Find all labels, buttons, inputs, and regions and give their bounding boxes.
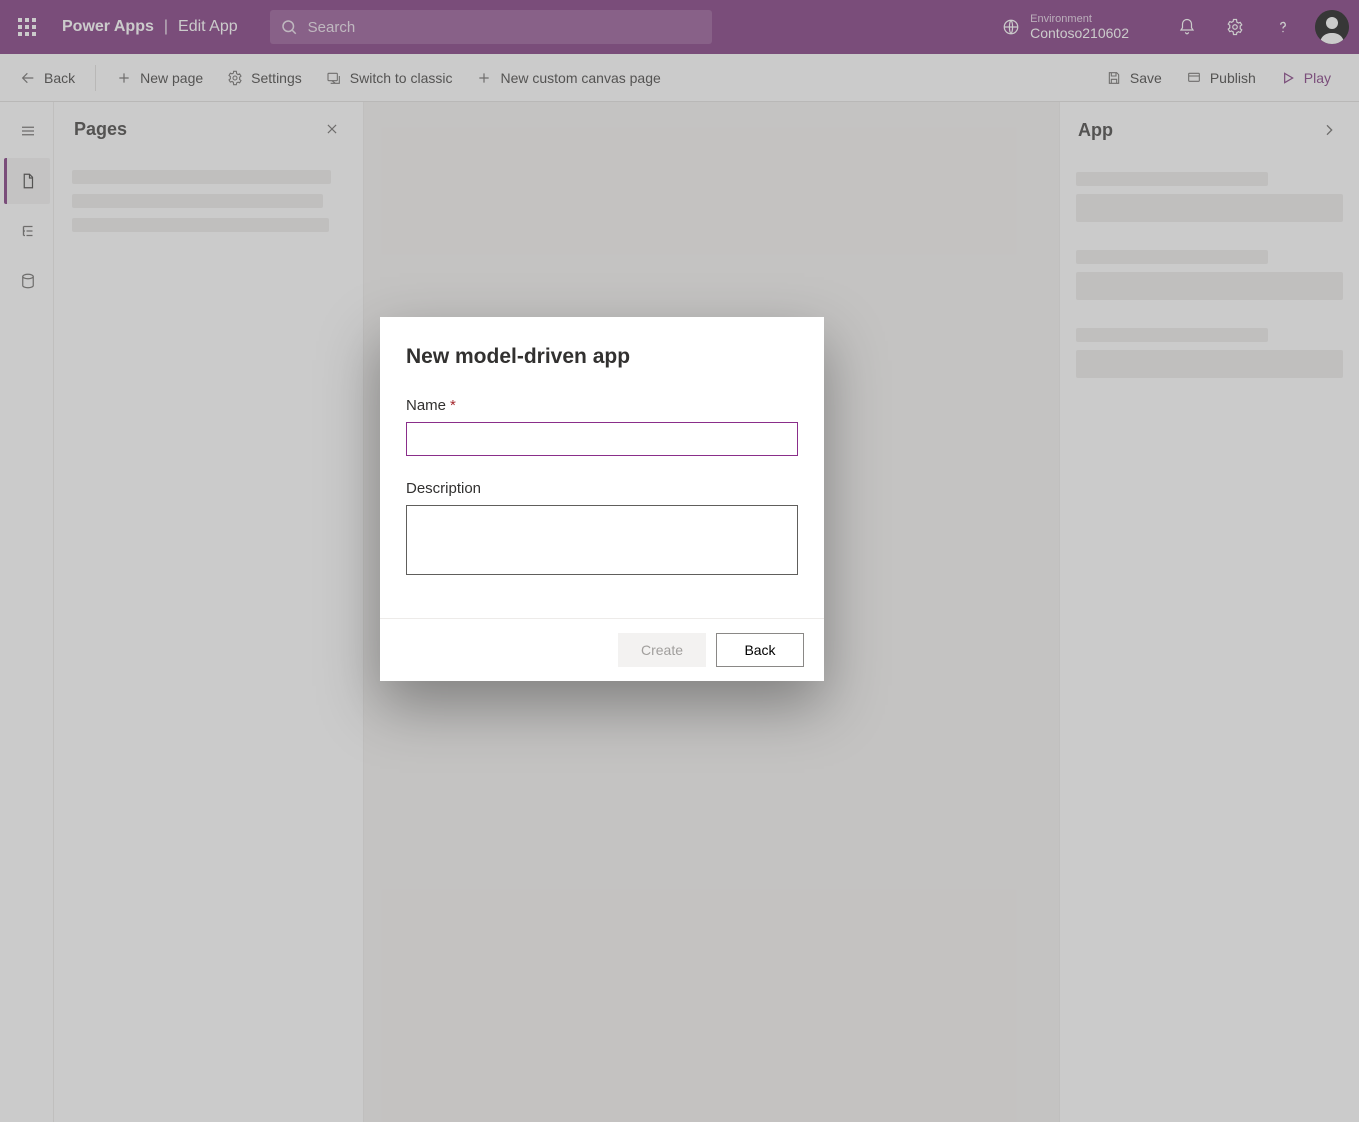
dialog-footer: Create Back: [380, 618, 824, 681]
description-input[interactable]: [406, 505, 798, 575]
description-field-label: Description: [406, 480, 798, 497]
dialog-back-button[interactable]: Back: [716, 633, 804, 667]
required-indicator: *: [450, 397, 456, 414]
dialog-title: New model-driven app: [406, 345, 798, 369]
create-button[interactable]: Create: [618, 633, 706, 667]
name-field-label: Name *: [406, 397, 798, 414]
new-app-dialog: New model-driven app Name * Description …: [380, 317, 824, 681]
name-input[interactable]: [406, 422, 798, 456]
